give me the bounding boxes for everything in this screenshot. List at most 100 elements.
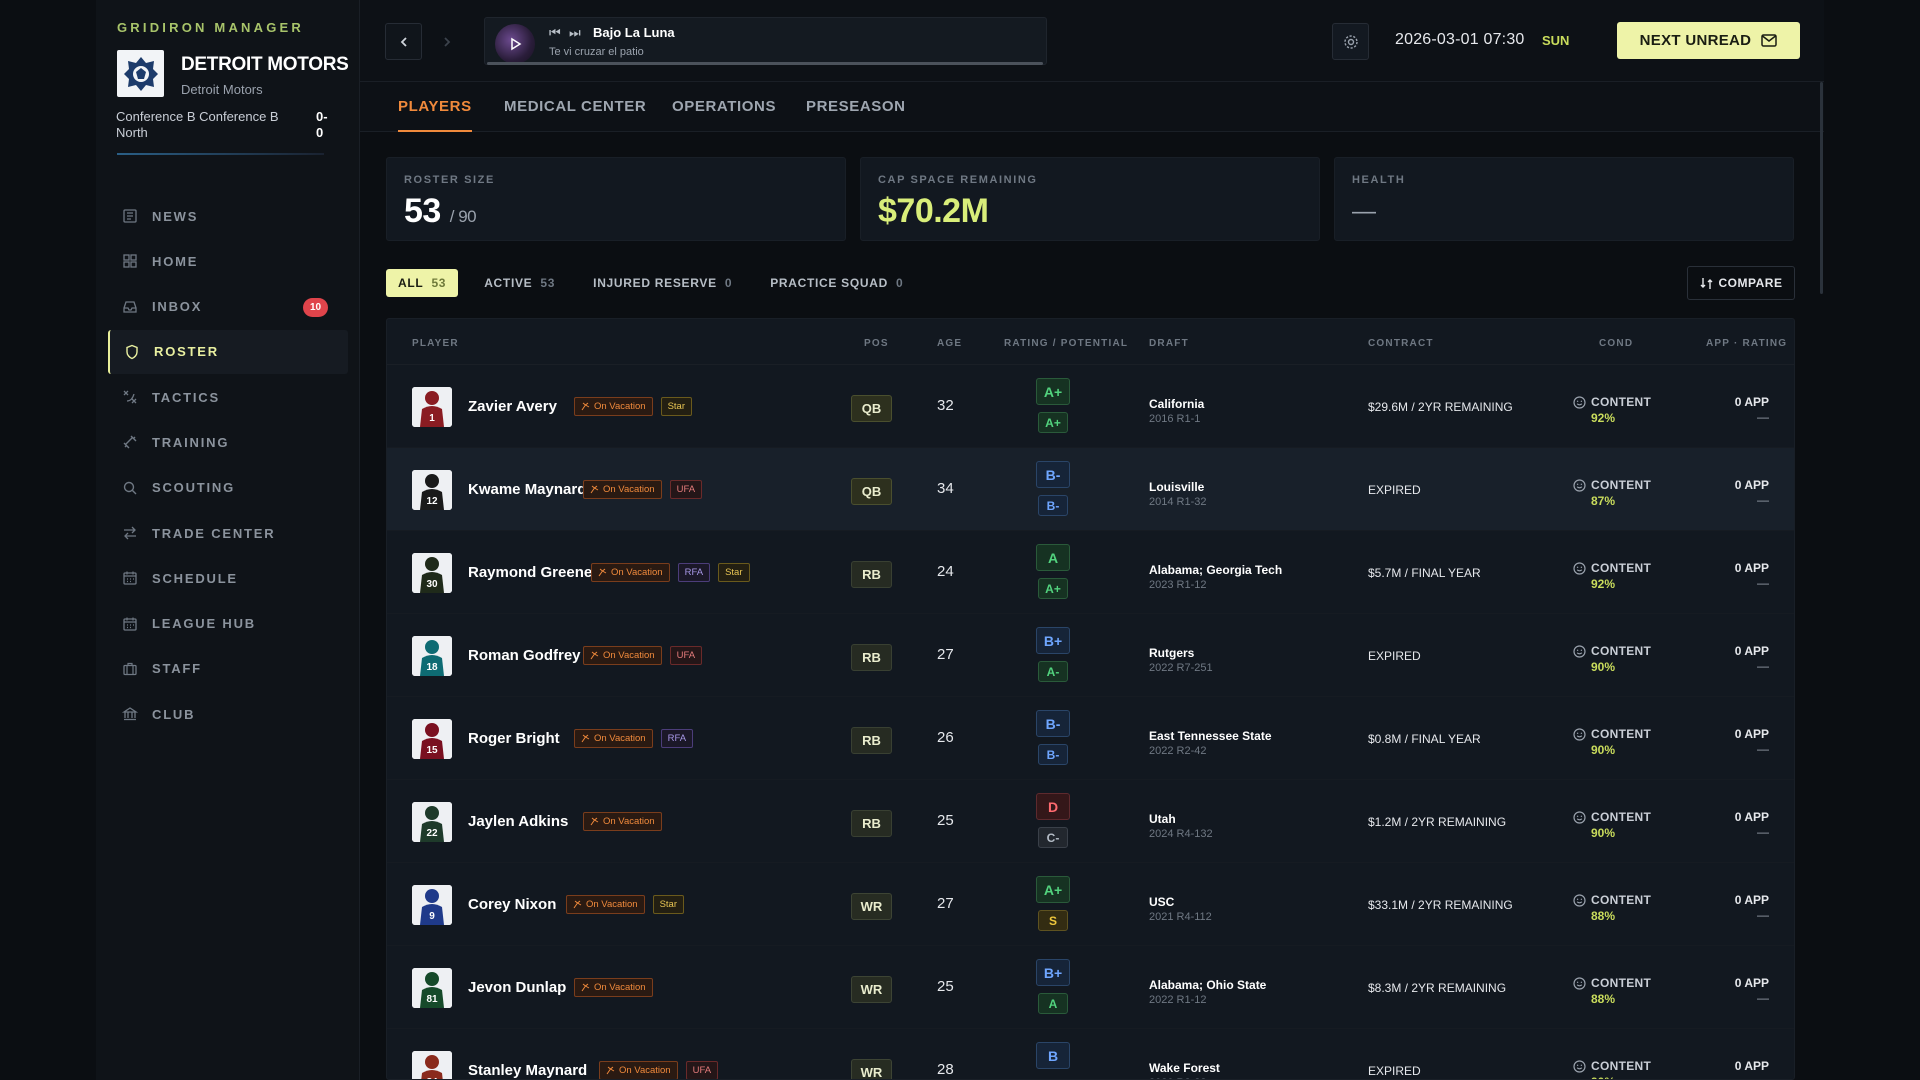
contract-status: EXPIRED <box>1368 1064 1421 1078</box>
table-row[interactable]: 1 Zavier Avery On Vacation Star QB 32 A+ … <box>387 365 1794 448</box>
player-name[interactable]: Jaylen Adkins <box>468 813 568 830</box>
album-art[interactable] <box>495 24 535 64</box>
table-row[interactable]: 9 Corey Nixon On Vacation Star WR 27 A+ S… <box>387 863 1794 946</box>
page-scrollbar[interactable] <box>1820 82 1823 294</box>
filter-count: 53 <box>431 276 447 290</box>
header-contract[interactable]: CONTRACT <box>1368 338 1434 349</box>
sidebar-item-club[interactable]: CLUB <box>108 692 348 736</box>
draft-pick: 2023 R1-12 <box>1149 579 1207 591</box>
team-subtitle: Detroit Motors <box>181 82 263 97</box>
table-row[interactable]: 81 Jevon Dunlap On Vacation WR 25 B+ A A… <box>387 946 1794 1029</box>
tag-label: On Vacation <box>594 733 646 744</box>
header-player[interactable]: PLAYER <box>412 338 459 349</box>
back-button[interactable] <box>385 23 422 60</box>
filter-label: ACTIVE <box>484 276 533 290</box>
sidebar-item-trade-center[interactable]: TRADE CENTER <box>108 511 348 555</box>
conference-label: Conference B Conference B North <box>116 109 279 140</box>
appearance-count: 0 APP <box>1734 976 1769 990</box>
track-progress[interactable] <box>487 62 1043 65</box>
record-losses: 0 <box>316 125 324 140</box>
table-row[interactable]: 22 Jaylen Adkins On Vacation RB 25 D C- … <box>387 780 1794 863</box>
day-of-week: SUN <box>1542 33 1570 48</box>
sidebar-item-staff[interactable]: STAFF <box>108 647 348 691</box>
sidebar-item-scouting[interactable]: SCOUTING <box>108 466 348 510</box>
sidebar-item-home[interactable]: HOME <box>108 239 348 283</box>
table-row[interactable]: 12 Kwame Maynard On Vacation UFA QB 34 B-… <box>387 448 1794 531</box>
player-name[interactable]: Zavier Avery <box>468 398 557 415</box>
player-name[interactable]: Jevon Dunlap <box>468 979 566 996</box>
jersey-number: 18 <box>426 662 438 673</box>
appearances: 0 APP — <box>1735 478 1769 507</box>
sidebar-item-training[interactable]: TRAINING <box>108 420 348 464</box>
tab-operations[interactable]: OPERATIONS <box>672 98 776 132</box>
vacation-icon <box>590 651 599 660</box>
player-avatar: 1 <box>412 387 452 427</box>
tab-players[interactable]: PLAYERS <box>398 98 472 132</box>
table-row[interactable]: 84 Stanley Maynard On VacationUFA WR 28 … <box>387 1029 1794 1079</box>
header-age[interactable]: AGE <box>937 338 962 349</box>
sidebar-item-league-hub[interactable]: LEAGUE HUB <box>108 602 348 646</box>
music-player: ⏮ ⏭ Bajo La Luna Te vi cruzar el patio <box>484 17 1047 65</box>
player-tags: On Vacation UFA <box>583 480 703 499</box>
compare-button[interactable]: COMPARE <box>1687 266 1795 300</box>
player-name[interactable]: Corey Nixon <box>468 896 556 913</box>
condition: CONTENT 87% <box>1573 478 1663 508</box>
filter-count: 0 <box>724 276 733 290</box>
settings-button[interactable] <box>1332 23 1369 60</box>
filter-injured-reserve[interactable]: INJURED RESERVE 0 <box>581 269 744 297</box>
header-cond[interactable]: COND <box>1599 338 1633 349</box>
filter-practice-squad[interactable]: PRACTICE SQUAD 0 <box>758 269 915 297</box>
tag-label: On Vacation <box>603 816 655 827</box>
condition: CONTENT 88% <box>1573 976 1663 1006</box>
appearance-rating: — <box>1757 742 1769 756</box>
tab-preseason[interactable]: PRESEASON <box>806 98 906 132</box>
next-track-icon[interactable]: ⏭ <box>569 25 581 41</box>
draft-pick: 2016 R1-1 <box>1149 413 1201 425</box>
sidebar-item-schedule[interactable]: SCHEDULE <box>108 556 348 600</box>
player-name[interactable]: Kwame Maynard <box>468 481 586 498</box>
potential-grade: S <box>1038 910 1068 931</box>
vacation-icon <box>581 402 590 411</box>
header-app-rating[interactable]: APP · RATING <box>1706 338 1787 349</box>
player-name[interactable]: Roman Godfrey <box>468 647 581 664</box>
team-record: 0- 0 <box>316 109 328 141</box>
app-brand: GRIDIRON MANAGER <box>117 20 304 35</box>
sidebar-item-tactics[interactable]: TACTICS <box>108 375 348 419</box>
player-name[interactable]: Roger Bright <box>468 730 560 747</box>
sidebar-item-news[interactable]: NEWS <box>108 194 348 238</box>
forward-button[interactable] <box>428 23 465 60</box>
vacation-icon <box>606 1066 615 1075</box>
player-name[interactable]: Raymond Greene <box>468 564 592 581</box>
player-tags: On Vacation RFA <box>574 729 694 748</box>
table-row[interactable]: 18 Roman Godfrey On Vacation UFA RB 27 B+… <box>387 614 1794 697</box>
potential-grade: B- <box>1038 495 1068 516</box>
appearance-rating: — <box>1757 991 1769 1005</box>
header-rating[interactable]: RATING / POTENTIAL <box>1004 338 1128 349</box>
header-pos[interactable]: POS <box>864 338 889 349</box>
condition-percent: 92% <box>1591 411 1616 425</box>
player-age: 26 <box>937 729 954 746</box>
header-draft[interactable]: DRAFT <box>1149 338 1189 349</box>
filter-all[interactable]: ALL 53 <box>386 269 459 297</box>
smiley-icon <box>1573 727 1586 741</box>
table-row[interactable]: 30 Raymond Greene On Vacation RFA Star RB … <box>387 531 1794 614</box>
rating-grade: B- <box>1036 461 1070 488</box>
filter-active[interactable]: ACTIVE 53 <box>472 269 567 297</box>
tag-ufa: UFA <box>685 1061 719 1079</box>
table-row[interactable]: 15 Roger Bright On Vacation RFA RB 26 B- … <box>387 697 1794 780</box>
next-unread-button[interactable]: NEXT UNREAD <box>1617 22 1800 59</box>
draft-school: Wake Forest <box>1149 1061 1220 1075</box>
player-age: 25 <box>937 812 954 829</box>
cap-space-label: CAP SPACE REMAINING <box>878 174 1038 186</box>
previous-track-icon[interactable]: ⏮ <box>549 25 561 41</box>
sidebar-item-roster[interactable]: ROSTER <box>108 329 348 374</box>
tag-vacation: On Vacation <box>583 646 662 665</box>
vacation-icon <box>590 485 599 494</box>
jersey-number: 1 <box>429 413 435 424</box>
sidebar-item-inbox[interactable]: INBOX 10 <box>108 285 348 329</box>
appearances: 0 APP — <box>1735 810 1769 839</box>
sidebar-item-label: SCHEDULE <box>152 570 238 586</box>
tag-ufa: UFA <box>669 480 703 499</box>
tab-medical-center[interactable]: MEDICAL CENTER <box>504 98 646 132</box>
player-name[interactable]: Stanley Maynard <box>468 1062 587 1079</box>
